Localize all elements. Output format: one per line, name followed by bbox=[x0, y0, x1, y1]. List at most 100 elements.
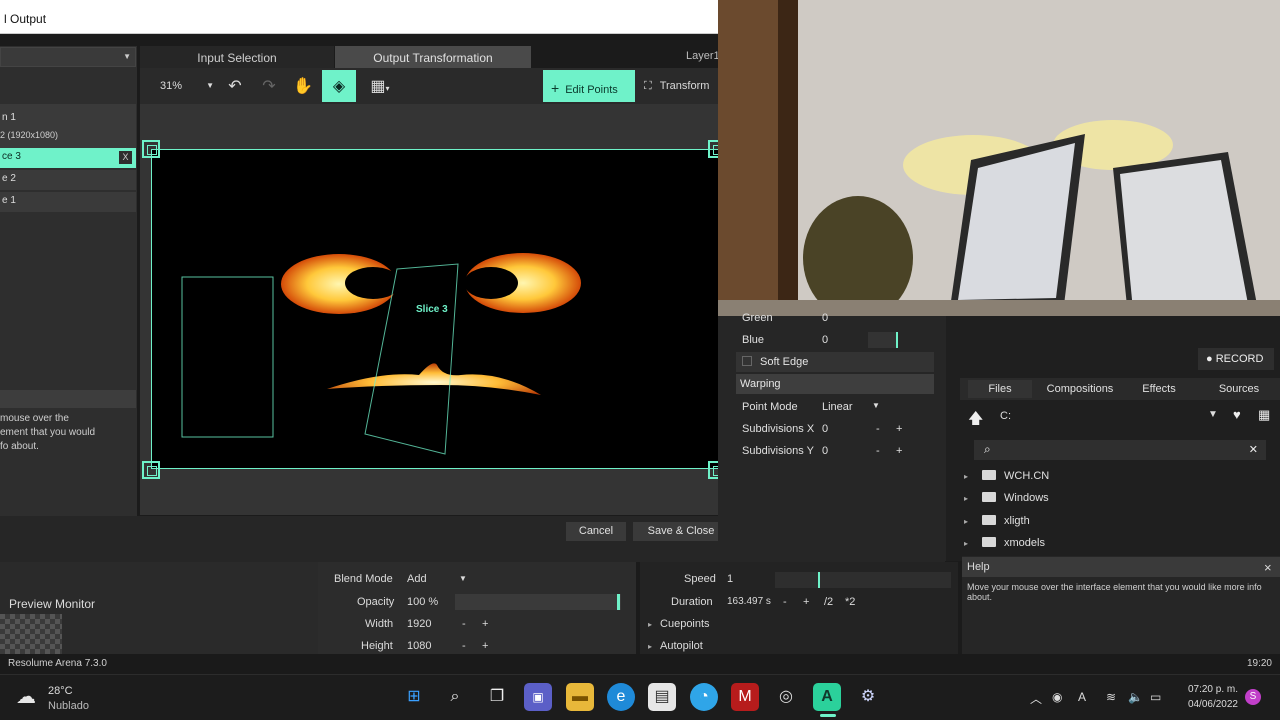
decrement-button[interactable]: - bbox=[783, 596, 787, 608]
warping-header[interactable]: Warping bbox=[736, 374, 934, 394]
halve-duration-button[interactable]: /2 bbox=[824, 596, 833, 608]
folder-row[interactable]: ▸ xmodels bbox=[964, 537, 1045, 549]
chevron-down-icon[interactable]: ▼ bbox=[1208, 409, 1218, 420]
slider-handle[interactable] bbox=[617, 594, 620, 610]
folder-row[interactable]: ▸ Windows bbox=[964, 492, 1049, 504]
undo-icon[interactable]: ↶ bbox=[220, 70, 250, 102]
redo-icon[interactable]: ↷ bbox=[254, 70, 284, 102]
speed-slider[interactable] bbox=[775, 572, 951, 588]
blend-mode-select[interactable]: Add bbox=[407, 573, 427, 585]
decrement-button[interactable]: - bbox=[876, 423, 880, 435]
decrement-button[interactable]: - bbox=[462, 640, 466, 652]
duration-value[interactable]: 163.497 s bbox=[727, 596, 771, 607]
task-view-icon[interactable]: ❐ bbox=[483, 683, 511, 711]
search-input[interactable]: ⌕ ✕ bbox=[974, 440, 1266, 460]
search-icon[interactable]: ⌕ bbox=[441, 683, 469, 711]
slice-list-item[interactable]: e 1 bbox=[0, 192, 136, 212]
screen-dropdown[interactable]: ▼ bbox=[0, 47, 136, 67]
blue-slider[interactable] bbox=[868, 332, 898, 348]
user-avatar[interactable]: S bbox=[1245, 689, 1261, 705]
snap-icon[interactable]: ◈ bbox=[322, 70, 356, 102]
slider-handle[interactable] bbox=[896, 332, 898, 348]
zoom-select[interactable]: 31% ▼ bbox=[150, 70, 220, 102]
increment-button[interactable]: + bbox=[896, 445, 902, 457]
language-icon[interactable]: A bbox=[1078, 690, 1086, 704]
tray-app-icon[interactable]: ◉ bbox=[1052, 690, 1062, 704]
corner-handle[interactable] bbox=[142, 461, 160, 479]
tab-compositions[interactable]: Compositions bbox=[1036, 380, 1124, 398]
clock-time[interactable]: 07:20 p. m. bbox=[1180, 684, 1238, 695]
slice-list-item[interactable]: ce 3 X bbox=[0, 148, 136, 168]
path-field[interactable]: C: bbox=[1000, 410, 1011, 422]
slider-handle[interactable] bbox=[818, 572, 820, 588]
increment-button[interactable]: + bbox=[482, 640, 488, 652]
height-value[interactable]: 1080 bbox=[407, 640, 431, 652]
param-green[interactable]: Green 0 bbox=[736, 308, 934, 328]
param-subdivisions-x[interactable]: Subdivisions X 0 - + bbox=[736, 419, 934, 439]
param-value[interactable]: 0 bbox=[822, 423, 828, 435]
edit-points-button[interactable]: + Edit Points bbox=[543, 70, 635, 102]
increment-button[interactable]: + bbox=[896, 423, 902, 435]
antivirus-icon[interactable]: M bbox=[731, 683, 759, 711]
volume-icon[interactable]: 🔈 bbox=[1128, 690, 1143, 704]
grid-icon[interactable]: ▦▾ bbox=[362, 70, 398, 102]
opacity-value[interactable]: 100 % bbox=[407, 596, 438, 608]
cloud-icon[interactable]: ☁ bbox=[16, 684, 36, 709]
speed-value[interactable]: 1 bbox=[727, 573, 733, 585]
edge-browser-icon[interactable]: e bbox=[607, 683, 635, 711]
width-value[interactable]: 1920 bbox=[407, 618, 431, 630]
soft-edge-checkbox[interactable] bbox=[742, 356, 752, 366]
weather-condition[interactable]: Nublado bbox=[48, 700, 89, 712]
tab-effects[interactable]: Effects bbox=[1128, 380, 1190, 398]
resolume-icon[interactable]: A bbox=[813, 683, 841, 711]
slice-list-item[interactable]: e 2 bbox=[0, 170, 136, 190]
teams-chat-icon[interactable]: ▣ bbox=[524, 683, 552, 711]
settings-gear-icon[interactable]: ⚙ bbox=[854, 683, 882, 711]
increment-button[interactable]: + bbox=[482, 618, 488, 630]
tab-files[interactable]: Files bbox=[968, 380, 1032, 398]
record-button[interactable]: ● RECORD bbox=[1198, 348, 1274, 370]
decrement-button[interactable]: - bbox=[462, 618, 466, 630]
hand-icon[interactable]: ✋ bbox=[288, 70, 318, 102]
tab-output-transformation[interactable]: Output Transformation bbox=[335, 46, 531, 68]
store-icon[interactable]: ▤ bbox=[648, 683, 676, 711]
folder-row[interactable]: ▸ WCH.CN bbox=[964, 470, 1049, 482]
up-arrow-icon[interactable]: 🡅 bbox=[968, 408, 983, 433]
param-value[interactable]: 0 bbox=[822, 445, 828, 457]
battery-icon[interactable]: ▭ bbox=[1150, 690, 1161, 704]
point-mode-select[interactable]: Linear bbox=[822, 401, 853, 413]
file-explorer-icon[interactable]: ▬ bbox=[566, 683, 594, 711]
cancel-button[interactable]: Cancel bbox=[566, 522, 626, 541]
param-blue[interactable]: Blue 0 bbox=[736, 330, 934, 350]
tab-input-selection[interactable]: Input Selection bbox=[140, 46, 334, 68]
wifi-icon[interactable]: ≋ bbox=[1106, 690, 1116, 704]
window-title-bar[interactable]: l Output bbox=[0, 0, 718, 34]
clock-date[interactable]: 04/06/2022 bbox=[1180, 699, 1238, 710]
param-point-mode[interactable]: Point Mode Linear ▼ bbox=[736, 397, 934, 417]
cuepoints-row[interactable]: ▸ Cuepoints bbox=[648, 618, 710, 630]
clear-search-icon[interactable]: ✕ bbox=[1249, 443, 1258, 456]
corner-handle[interactable] bbox=[142, 140, 160, 158]
heart-icon[interactable]: ♥ bbox=[1233, 407, 1241, 422]
preview-thumbnail[interactable] bbox=[0, 614, 62, 654]
param-value[interactable]: 0 bbox=[822, 334, 828, 346]
save-close-button[interactable]: Save & Close bbox=[633, 522, 729, 541]
close-help-button[interactable]: × bbox=[1264, 560, 1272, 575]
opacity-slider[interactable] bbox=[455, 594, 621, 610]
weather-temperature[interactable]: 28°C bbox=[48, 685, 73, 697]
tab-sources[interactable]: Sources bbox=[1204, 380, 1274, 398]
chevron-up-icon[interactable]: ︿ bbox=[1030, 690, 1042, 707]
decrement-button[interactable]: - bbox=[876, 445, 880, 457]
chevron-down-icon[interactable]: ▼ bbox=[459, 574, 467, 583]
param-subdivisions-y[interactable]: Subdivisions Y 0 - + bbox=[736, 441, 934, 461]
soft-edge-row[interactable]: Soft Edge bbox=[736, 352, 934, 372]
screen-header[interactable]: n 1 2 (1920x1080) bbox=[0, 104, 136, 148]
increment-button[interactable]: + bbox=[803, 596, 809, 608]
remove-slice-button[interactable]: X bbox=[119, 151, 132, 164]
chrome-icon[interactable]: ◎ bbox=[772, 683, 800, 711]
windows-start-icon[interactable]: ⊞ bbox=[400, 683, 428, 711]
autopilot-row[interactable]: ▸ Autopilot bbox=[648, 640, 703, 652]
grid-view-icon[interactable]: ▦ bbox=[1258, 407, 1270, 423]
double-duration-button[interactable]: *2 bbox=[845, 596, 855, 608]
photos-icon[interactable]: ◔ bbox=[690, 683, 718, 711]
